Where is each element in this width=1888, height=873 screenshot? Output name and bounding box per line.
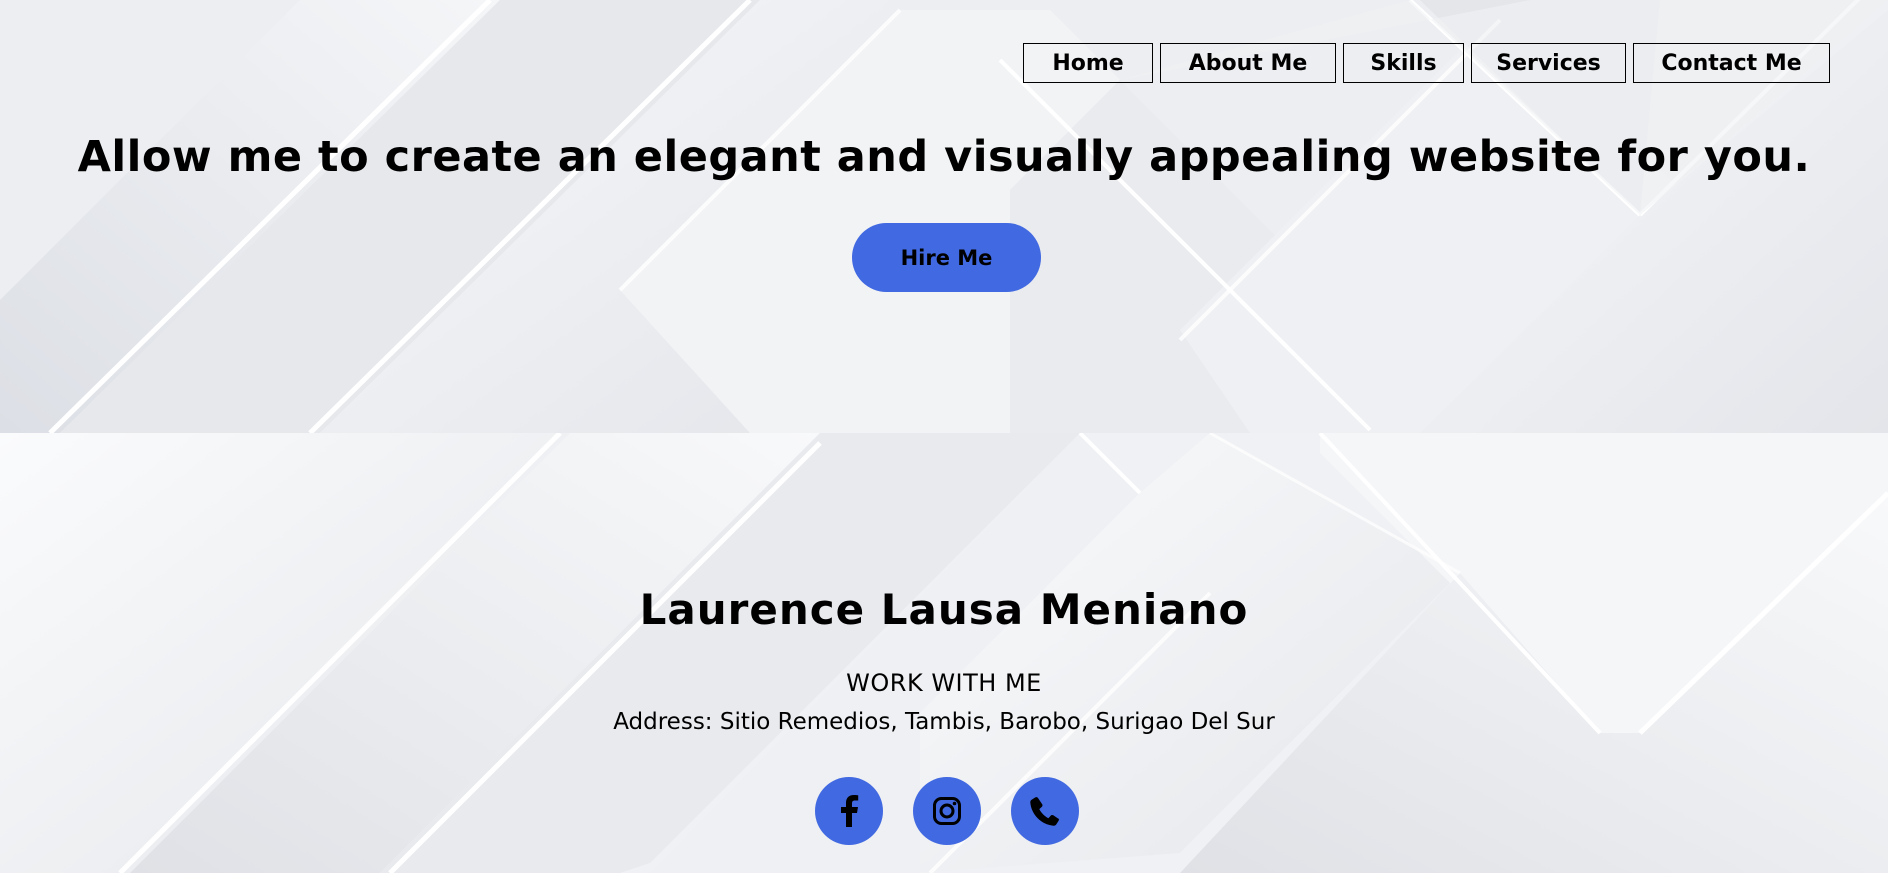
instagram-icon: [933, 797, 961, 825]
facebook-icon: [841, 795, 859, 827]
phone-link[interactable]: [1011, 777, 1079, 845]
hire-me-button[interactable]: Hire Me: [852, 223, 1041, 292]
work-with-me-tagline: WORK WITH ME: [846, 669, 1042, 697]
phone-icon: [1030, 797, 1060, 826]
owner-name: Laurence Lausa Meniano: [639, 585, 1249, 634]
facebook-link[interactable]: [815, 777, 883, 845]
main-nav: Home About Me Skills Services Contact Me: [1023, 43, 1830, 83]
nav-services[interactable]: Services: [1471, 43, 1626, 83]
nav-contact-me[interactable]: Contact Me: [1633, 43, 1830, 83]
social-links: [815, 777, 1079, 845]
contact-section: Laurence Lausa Meniano WORK WITH ME Addr…: [0, 433, 1888, 873]
nav-skills[interactable]: Skills: [1343, 43, 1464, 83]
hero-headline: Allow me to create an elegant and visual…: [77, 132, 1811, 182]
nav-about-me[interactable]: About Me: [1160, 43, 1336, 83]
nav-home[interactable]: Home: [1023, 43, 1153, 83]
address-text: Address: Sitio Remedios, Tambis, Barobo,…: [613, 709, 1275, 735]
instagram-link[interactable]: [913, 777, 981, 845]
hero-section: Home About Me Skills Services Contact Me…: [0, 0, 1888, 433]
